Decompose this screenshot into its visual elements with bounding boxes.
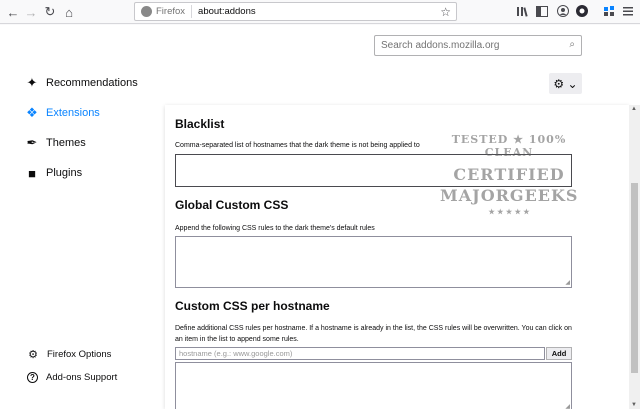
scroll-down-icon[interactable]: ▼ <box>631 402 637 408</box>
footer-label: Firefox Options <box>47 349 112 360</box>
puzzle-icon: ❖ <box>26 105 38 120</box>
extension-toolbar-icon[interactable] <box>576 5 588 17</box>
panel-scrollbar[interactable]: ▲ ▼ <box>629 105 640 409</box>
forward-button[interactable]: → <box>22 3 40 21</box>
firefox-icon <box>141 6 152 17</box>
add-hostname-button[interactable]: Add <box>546 347 572 360</box>
sidebar-toggle-icon[interactable] <box>536 6 548 17</box>
sidebar-item-plugins[interactable]: ■ Plugins <box>24 165 82 181</box>
blacklist-description: Comma-separated list of hostnames that t… <box>175 142 420 149</box>
hostname-input[interactable]: hostname (e.g.: www.google.com) <box>175 347 545 360</box>
firefox-options-link[interactable]: ⚙ Firefox Options <box>27 348 111 361</box>
search-placeholder: Search addons.mozilla.org <box>381 40 500 51</box>
brush-icon: ✒ <box>26 135 38 150</box>
url-text[interactable]: about:addons <box>198 6 256 17</box>
reload-button[interactable]: ↻ <box>41 3 59 21</box>
library-icon[interactable] <box>516 6 528 17</box>
search-addons-input[interactable]: Search addons.mozilla.org ⌕ <box>374 35 582 56</box>
gear-icon: ⚙ <box>28 349 38 361</box>
footer-label: Add-ons Support <box>46 372 118 383</box>
blacklist-title: Blacklist <box>175 117 225 131</box>
resize-handle-icon[interactable]: ◢ <box>565 403 570 409</box>
resize-handle-icon[interactable]: ◢ <box>565 279 570 286</box>
menu-icon[interactable] <box>622 5 634 17</box>
reload-icon: ↻ <box>44 4 56 19</box>
back-button[interactable]: ← <box>4 3 22 21</box>
majorgeeks-watermark-logo: TESTED ★ 100% CLEAN CERTIFIED MAJORGEEKS… <box>440 133 579 216</box>
hostname-placeholder: hostname (e.g.: www.google.com) <box>179 349 293 358</box>
scroll-up-icon[interactable]: ▲ <box>631 106 637 112</box>
global-css-title: Global Custom CSS <box>175 198 289 212</box>
tools-menu-button[interactable]: ⚙ ⌄ <box>549 73 582 94</box>
hostname-list[interactable]: ◢ <box>175 362 572 409</box>
sidebar-item-themes[interactable]: ✒ Themes <box>24 135 86 151</box>
help-icon: ? <box>27 372 38 383</box>
identity-label: Firefox <box>156 5 193 18</box>
global-css-description: Append the following CSS rules to the da… <box>175 225 375 232</box>
per-host-css-description: Define additional CSS rules per hostname… <box>175 325 572 343</box>
addons-support-link[interactable]: ? Add-ons Support <box>27 372 117 383</box>
global-css-textarea[interactable]: ◢ <box>175 236 572 288</box>
sidebar-item-label: Plugins <box>46 167 83 179</box>
home-button[interactable]: ⌂ <box>60 3 78 21</box>
per-host-css-title: Custom CSS per hostname <box>175 299 330 313</box>
gear-icon: ⚙ ⌄ <box>553 76 578 91</box>
recommendations-icon: ✦ <box>26 75 38 90</box>
back-icon: ← <box>6 4 20 20</box>
home-icon: ⌂ <box>65 4 73 20</box>
bookmark-star-icon[interactable]: ☆ <box>440 5 451 19</box>
search-icon: ⌕ <box>569 39 575 50</box>
addons-page: Search addons.mozilla.org ⌕ ✦ Recommenda… <box>0 25 640 409</box>
browser-toolbar: ← → ↻ ⌂ Firefox about:addons ☆ <box>0 0 640 24</box>
addons-toolbar-icon[interactable] <box>603 5 615 17</box>
scrollbar-thumb[interactable] <box>631 183 638 373</box>
account-icon[interactable] <box>557 5 569 17</box>
url-bar[interactable]: Firefox about:addons ☆ <box>134 2 457 21</box>
sidebar-item-label: Extensions <box>46 107 100 119</box>
sidebar-item-label: Recommendations <box>46 77 138 89</box>
forward-icon: → <box>24 4 38 20</box>
plugin-icon: ■ <box>28 165 36 181</box>
sidebar-item-recommendations[interactable]: ✦ Recommendations <box>24 75 138 91</box>
sidebar-item-label: Themes <box>46 137 86 149</box>
sidebar-item-extensions[interactable]: ❖ Extensions <box>24 105 100 121</box>
